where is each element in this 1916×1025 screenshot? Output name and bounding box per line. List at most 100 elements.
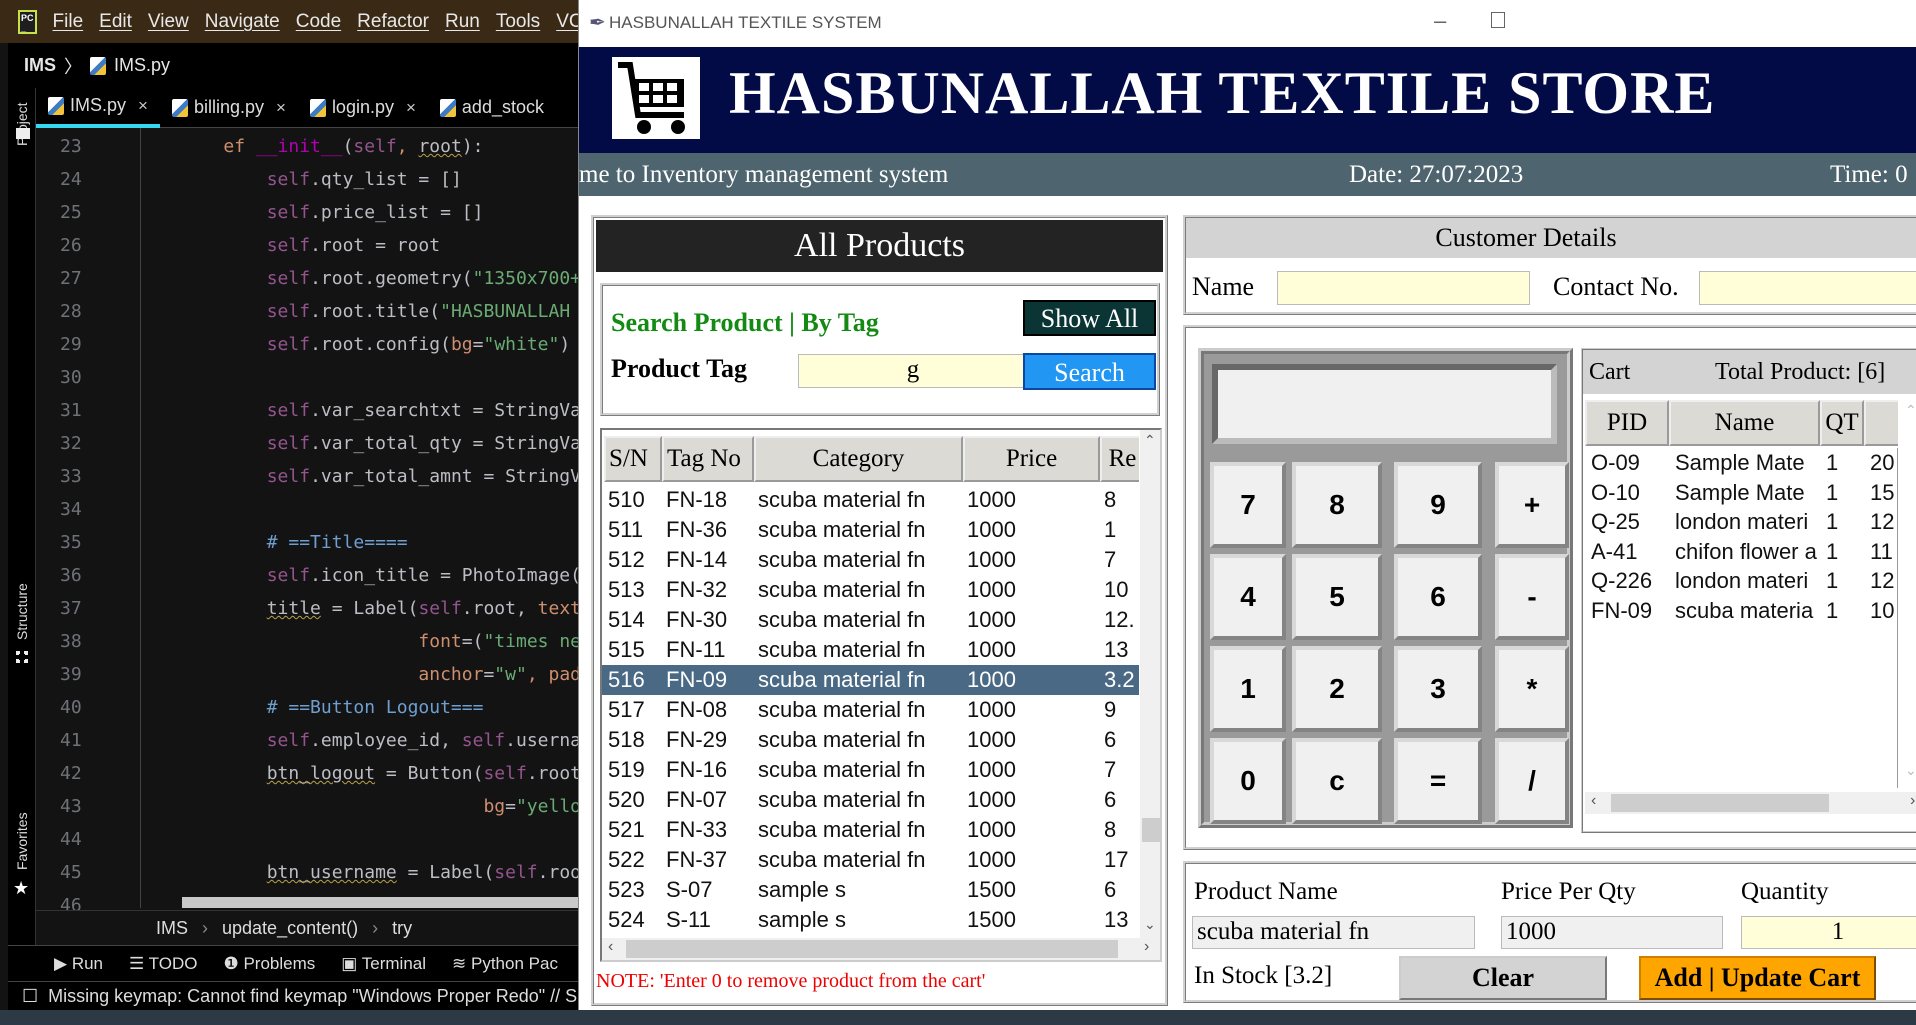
menu-navigate[interactable]: Navigate xyxy=(205,11,280,33)
customer-name-input[interactable] xyxy=(1277,271,1530,305)
cart-column-header[interactable]: Name xyxy=(1669,400,1820,446)
product-name-field[interactable]: scuba material fn xyxy=(1192,916,1475,949)
scroll-left-icon[interactable]: ‹ xyxy=(608,938,613,956)
product-row[interactable]: 518 FN-29 scuba material fn 1000 6 xyxy=(602,725,1139,755)
project-tool-tab[interactable]: Project xyxy=(14,102,30,146)
calculator-key[interactable]: = xyxy=(1394,738,1482,824)
tool-problems[interactable]: ❶ Problems xyxy=(223,954,315,974)
product-row[interactable]: 519 FN-16 scuba material fn 1000 7 xyxy=(602,755,1139,785)
close-tab-icon[interactable]: × xyxy=(276,98,286,118)
calculator-key[interactable]: c xyxy=(1292,738,1382,824)
product-row[interactable]: 517 FN-08 scuba material fn 1000 9 xyxy=(602,695,1139,725)
editor-horizontal-scrollbar[interactable] xyxy=(182,897,578,908)
editor-tab[interactable]: add_stock xyxy=(428,88,556,128)
calculator-key[interactable]: + xyxy=(1495,462,1569,548)
menu-edit[interactable]: Edit xyxy=(99,11,132,33)
breadcrumb-file[interactable]: IMS.py xyxy=(114,55,170,76)
cart-row[interactable]: O-10 Sample Mate 1 15 xyxy=(1585,478,1897,508)
minimize-button[interactable]: – xyxy=(1434,8,1446,34)
breadcrumb-project[interactable]: IMS xyxy=(24,55,56,76)
scroll-right-icon[interactable]: › xyxy=(1910,792,1915,810)
quantity-input[interactable]: 1 xyxy=(1741,916,1916,949)
calculator-key[interactable]: 1 xyxy=(1210,646,1286,732)
nav-crumb-method[interactable]: update_content() xyxy=(222,918,358,939)
calculator-key[interactable]: 7 xyxy=(1210,462,1286,548)
product-row[interactable]: 512 FN-14 scuba material fn 1000 7 xyxy=(602,545,1139,575)
editor-tab[interactable]: billing.py × xyxy=(160,88,298,128)
contact-input[interactable] xyxy=(1699,271,1916,305)
product-row[interactable]: 520 FN-07 scuba material fn 1000 6 xyxy=(602,785,1139,815)
tool-terminal[interactable]: ▣ Terminal xyxy=(341,954,426,974)
products-column-header[interactable]: Price xyxy=(963,436,1100,482)
product-row[interactable]: 515 FN-11 scuba material fn 1000 13 xyxy=(602,635,1139,665)
product-row[interactable]: 514 FN-30 scuba material fn 1000 12. xyxy=(602,605,1139,635)
calculator-key[interactable]: 5 xyxy=(1292,554,1382,640)
scroll-down-icon[interactable]: ⌄ xyxy=(1144,916,1156,933)
calculator-display[interactable] xyxy=(1212,364,1557,444)
scroll-right-icon[interactable]: › xyxy=(1144,938,1149,956)
cart-row[interactable]: O-09 Sample Mate 1 20 xyxy=(1585,448,1897,478)
menu-view[interactable]: View xyxy=(148,11,189,33)
h-scroll-thumb[interactable] xyxy=(626,940,1118,958)
cart-horizontal-scrollbar[interactable]: ‹ › xyxy=(1585,792,1916,814)
scroll-thumb[interactable] xyxy=(1142,818,1160,842)
structure-tool-tab[interactable]: Structure xyxy=(14,583,30,640)
tool-todo[interactable]: ☰ TODO xyxy=(129,954,197,974)
product-tag-input[interactable]: g xyxy=(798,354,1024,388)
close-tab-icon[interactable]: × xyxy=(138,96,148,116)
cart-column-header[interactable] xyxy=(1864,400,1898,446)
cart-column-header[interactable]: PID xyxy=(1585,400,1669,446)
menu-code[interactable]: Code xyxy=(296,11,341,33)
cart-row[interactable]: Q-226 london materi 1 12 xyxy=(1585,566,1897,596)
menu-file[interactable]: File xyxy=(53,11,84,33)
price-per-qty-field[interactable]: 1000 xyxy=(1501,916,1723,949)
code-editor[interactable]: 23 ef __init__(self, root): 24 self.qty_l… xyxy=(36,128,578,916)
nav-crumb-block[interactable]: try xyxy=(392,918,412,939)
menu-run[interactable]: Run xyxy=(445,11,480,33)
scroll-up-icon[interactable]: ⌃ xyxy=(1144,432,1156,449)
menu-refactor[interactable]: Refactor xyxy=(357,11,429,33)
editor-tab[interactable]: login.py × xyxy=(298,88,428,128)
tool-run[interactable]: ▶ Run xyxy=(54,954,103,974)
status-window-icon[interactable]: ☐ xyxy=(22,986,38,1007)
product-row[interactable]: 513 FN-32 scuba material fn 1000 10 xyxy=(602,575,1139,605)
search-button[interactable]: Search xyxy=(1023,353,1156,390)
nav-crumb-class[interactable]: IMS xyxy=(156,918,188,939)
product-row[interactable]: 522 FN-37 scuba material fn 1000 17 xyxy=(602,845,1139,875)
products-column-header[interactable]: Category xyxy=(754,436,963,482)
product-row[interactable]: 511 FN-36 scuba material fn 1000 1 xyxy=(602,515,1139,545)
calculator-key[interactable]: / xyxy=(1495,738,1569,824)
show-all-button[interactable]: Show All xyxy=(1023,300,1156,336)
close-tab-icon[interactable]: × xyxy=(406,98,416,118)
scroll-left-icon[interactable]: ‹ xyxy=(1591,792,1596,810)
cart-row[interactable]: FN-09 scuba materia 1 10 xyxy=(1585,596,1897,626)
product-row[interactable]: 524 S-11 sample s 1500 13 xyxy=(602,905,1139,935)
favorites-tool-tab[interactable]: Favorites xyxy=(14,812,30,870)
add-update-cart-button[interactable]: Add | Update Cart xyxy=(1639,956,1876,1000)
products-column-header[interactable]: Re xyxy=(1100,436,1139,482)
product-row[interactable]: 510 FN-18 scuba material fn 1000 8 xyxy=(602,485,1139,515)
calculator-key[interactable]: 6 xyxy=(1394,554,1482,640)
calculator-key[interactable]: 8 xyxy=(1292,462,1382,548)
tool-python-packages[interactable]: ≋ Python Pac xyxy=(452,954,558,974)
products-vertical-scrollbar[interactable]: ⌃ ⌄ xyxy=(1140,430,1160,938)
clear-button[interactable]: Clear xyxy=(1399,956,1607,1000)
products-horizontal-scrollbar[interactable]: ‹ › xyxy=(602,938,1160,960)
products-column-header[interactable]: Tag No xyxy=(662,436,754,482)
calculator-key[interactable]: 9 xyxy=(1394,462,1482,548)
product-row[interactable]: 516 FN-09 scuba material fn 1000 3.2 xyxy=(602,665,1139,695)
calculator-key[interactable]: * xyxy=(1495,646,1569,732)
cart-row[interactable]: Q-25 london materi 1 12 xyxy=(1585,507,1897,537)
cart-row[interactable]: A-41 chifon flower a 1 11 xyxy=(1585,537,1897,567)
menu-tools[interactable]: Tools xyxy=(496,11,540,33)
editor-tab[interactable]: IMS.py × xyxy=(36,88,160,128)
cart-column-header[interactable]: QT xyxy=(1820,400,1864,446)
cart-h-scroll-thumb[interactable] xyxy=(1611,794,1829,812)
cart-vertical-scrollbar[interactable]: ⌃ ⌄ xyxy=(1901,400,1916,790)
calculator-key[interactable]: 2 xyxy=(1292,646,1382,732)
product-row[interactable]: 523 S-07 sample s 1500 6 xyxy=(602,875,1139,905)
products-column-header[interactable]: S/N xyxy=(604,436,662,482)
calculator-key[interactable]: 0 xyxy=(1210,738,1286,824)
calculator-key[interactable]: 3 xyxy=(1394,646,1482,732)
calculator-key[interactable]: 4 xyxy=(1210,554,1286,640)
